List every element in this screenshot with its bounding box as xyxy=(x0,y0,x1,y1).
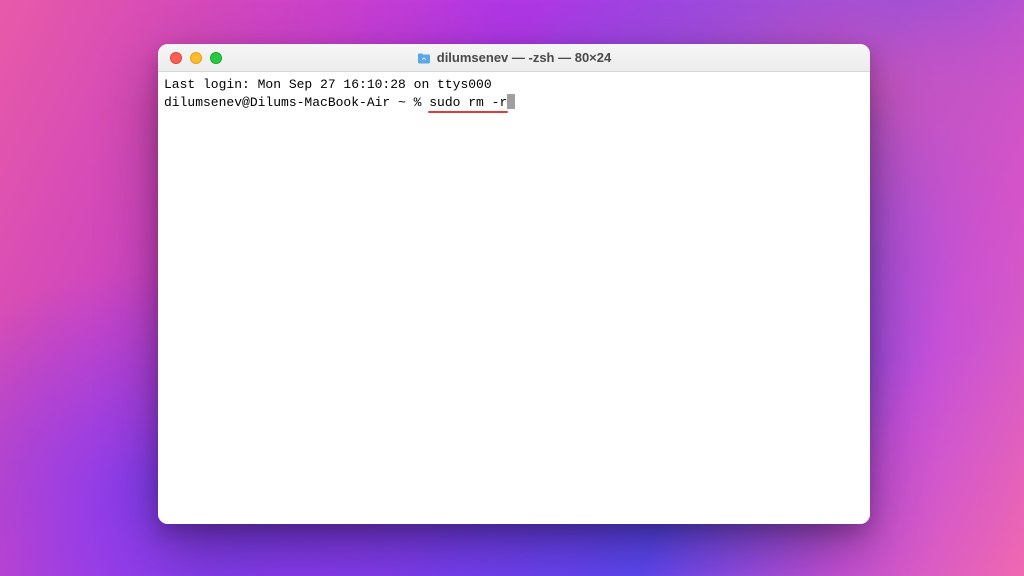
shell-prompt: dilumsenev@Dilums-MacBook-Air ~ % xyxy=(164,95,429,110)
maximize-button[interactable] xyxy=(210,52,222,64)
terminal-window: dilumsenev — -zsh — 80×24 Last login: Mo… xyxy=(158,44,870,524)
window-title-bar[interactable]: dilumsenev — -zsh — 80×24 xyxy=(158,44,870,72)
last-login-line: Last login: Mon Sep 27 16:10:28 on ttys0… xyxy=(164,76,864,94)
window-title: dilumsenev — -zsh — 80×24 xyxy=(437,50,611,65)
terminal-content[interactable]: Last login: Mon Sep 27 16:10:28 on ttys0… xyxy=(158,72,870,524)
home-folder-icon xyxy=(417,51,431,65)
title-center: dilumsenev — -zsh — 80×24 xyxy=(158,50,870,65)
text-cursor xyxy=(507,94,515,109)
typed-command: sudo rm -r xyxy=(429,95,507,110)
prompt-line: dilumsenev@Dilums-MacBook-Air ~ % sudo r… xyxy=(164,94,515,147)
window-controls xyxy=(158,52,222,64)
annotation-underline xyxy=(428,111,508,114)
minimize-button[interactable] xyxy=(190,52,202,64)
close-button[interactable] xyxy=(170,52,182,64)
